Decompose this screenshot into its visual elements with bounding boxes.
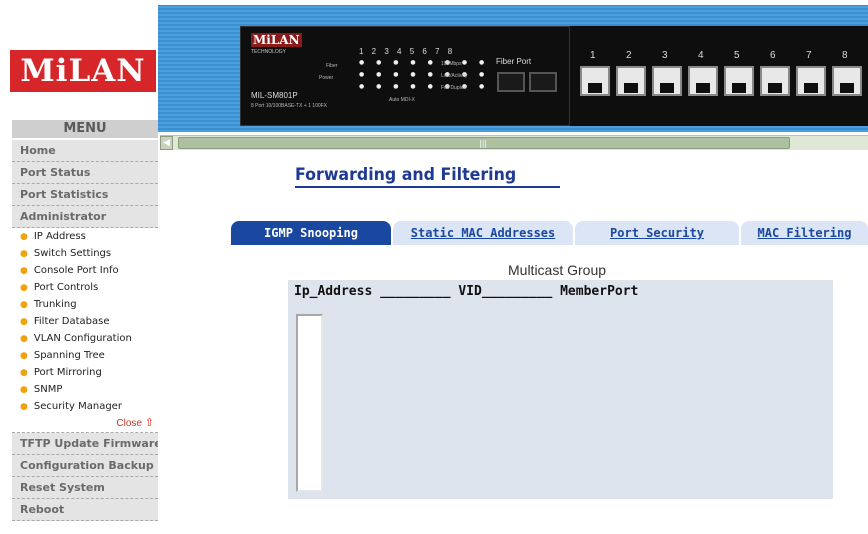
- rj45-port-icon: [580, 66, 610, 96]
- multicast-group-listbox[interactable]: [296, 314, 323, 492]
- rj45-port-icon: [688, 66, 718, 96]
- milan-logo: MiLAN: [10, 50, 156, 92]
- port-number: 2: [626, 50, 632, 61]
- auto-mdix-label: Auto MDI-X: [389, 97, 415, 103]
- tab-igmp-snooping[interactable]: IGMP Snooping: [231, 221, 391, 245]
- fiber-port-tx: [497, 72, 525, 92]
- bullet-icon: ●: [20, 385, 28, 395]
- port-number: 1: [590, 50, 596, 61]
- port-number: 7: [806, 50, 812, 61]
- submenu-close-link[interactable]: Close ⇧: [12, 415, 158, 432]
- rj45-port-icon: [616, 66, 646, 96]
- port-number: 8: [842, 50, 848, 61]
- menu-item-port-statistics[interactable]: Port Statistics: [12, 184, 158, 206]
- multicast-table-header: Ip_Address _________ VID_________ Member…: [294, 284, 639, 299]
- menu-header: MENU: [12, 120, 158, 138]
- scrollbar-grip-icon: |||: [479, 139, 488, 148]
- submenu-item-label: SNMP: [33, 384, 63, 395]
- port-number: 6: [770, 50, 776, 61]
- bullet-icon: ●: [20, 232, 28, 242]
- bullet-icon: ●: [20, 402, 28, 412]
- submenu-item-switch-settings[interactable]: ● Switch Settings: [12, 245, 158, 262]
- submenu-item-console-port-info[interactable]: ● Console Port Info: [12, 262, 158, 279]
- menu-item-configuration-backup[interactable]: Configuration Backup: [12, 455, 158, 477]
- rj45-port-icon: [760, 66, 790, 96]
- led-row-speed: ● ● ● ● ● ● ● ●: [359, 59, 490, 66]
- bullet-icon: ●: [20, 334, 28, 344]
- led-label-100mbps: 100Mbps: [441, 61, 462, 67]
- submenu-item-filter-database[interactable]: ● Filter Database: [12, 313, 158, 330]
- led-port-numbers: 1 2 3 4 5 6 7 8: [359, 47, 456, 56]
- device-banner: MiLAN TECHNOLOGY 1 2 3 4 5 6 7 8 ● ● ● ●…: [158, 5, 868, 132]
- tab-mac-filtering[interactable]: MAC Filtering: [741, 221, 868, 245]
- rj45-port-icon: [652, 66, 682, 96]
- device-brand-sub: TECHNOLOGY: [251, 49, 287, 55]
- rj45-port-icon: [724, 66, 754, 96]
- submenu-item-label: Port Mirroring: [33, 367, 102, 378]
- menu-item-home[interactable]: Home: [12, 140, 158, 162]
- device-brand: MiLAN: [251, 33, 302, 47]
- logo-area: MiLAN: [0, 0, 158, 120]
- led-row-duplex: ● ● ● ● ● ● ● ●: [359, 83, 490, 90]
- rj45-port-icon: [832, 66, 862, 96]
- bullet-icon: ●: [20, 300, 28, 310]
- submenu-item-vlan-configuration[interactable]: ● VLAN Configuration: [12, 330, 158, 347]
- power-led-label: Power: [319, 75, 334, 81]
- close-label: Close: [116, 418, 142, 429]
- submenu-item-trunking[interactable]: ● Trunking: [12, 296, 158, 313]
- fiber-port-label: Fiber Port: [496, 57, 532, 66]
- submenu-item-ip-address[interactable]: ● IP Address: [12, 228, 158, 245]
- device-description: 8 Port 10/100BASE-TX + 1 100FX: [251, 103, 328, 109]
- bullet-icon: ●: [20, 317, 28, 327]
- submenu-item-label: Security Manager: [33, 401, 122, 412]
- side-menu: Home Port Status Port Statistics Adminis…: [12, 140, 158, 521]
- multicast-group-caption: Multicast Group: [508, 262, 607, 278]
- menu-item-port-status[interactable]: Port Status: [12, 162, 158, 184]
- switch-front-panel: MiLAN TECHNOLOGY 1 2 3 4 5 6 7 8 ● ● ● ●…: [240, 26, 570, 126]
- submenu-item-label: Switch Settings: [33, 248, 112, 259]
- title-underline: [295, 186, 560, 188]
- port-number: 4: [698, 50, 704, 61]
- submenu-item-label: Trunking: [33, 299, 77, 310]
- port-number: 3: [662, 50, 668, 61]
- led-label-full-duplex: Full Duplex: [441, 85, 467, 91]
- submenu-item-port-mirroring[interactable]: ● Port Mirroring: [12, 364, 158, 381]
- submenu-item-label: Port Controls: [33, 282, 99, 293]
- submenu-item-label: IP Address: [33, 231, 86, 242]
- led-row-link: ● ● ● ● ● ● ● ●: [359, 71, 490, 78]
- submenu-item-spanning-tree[interactable]: ● Spanning Tree: [12, 347, 158, 364]
- bullet-icon: ●: [20, 368, 28, 378]
- multicast-group-panel: Ip_Address _________ VID_________ Member…: [288, 280, 833, 499]
- menu-item-reboot[interactable]: Reboot: [12, 499, 158, 521]
- bullet-icon: ●: [20, 266, 28, 276]
- led-label-link-activity: Link/Activity: [441, 73, 468, 79]
- administrator-submenu: ● IP Address ● Switch Settings ● Console Po…: [12, 228, 158, 433]
- menu-item-reset-system[interactable]: Reset System: [12, 477, 158, 499]
- up-arrow-icon: ⇧: [144, 417, 154, 429]
- fiber-port-rx: [529, 72, 557, 92]
- bullet-icon: ●: [20, 249, 28, 259]
- rj45-port-icon: [796, 66, 826, 96]
- submenu-item-label: VLAN Configuration: [33, 333, 132, 344]
- menu-item-tftp-update-firmware[interactable]: TFTP Update Firmware: [12, 433, 158, 455]
- tab-static-mac-addresses[interactable]: Static MAC Addresses: [393, 221, 573, 245]
- submenu-item-snmp[interactable]: ● SNMP: [12, 381, 158, 398]
- submenu-item-port-controls[interactable]: ● Port Controls: [12, 279, 158, 296]
- menu-item-administrator[interactable]: Administrator: [12, 206, 158, 228]
- scroll-left-arrow-icon[interactable]: ◀: [160, 136, 173, 150]
- device-model: MIL-SM801P: [251, 91, 298, 100]
- submenu-item-label: Spanning Tree: [33, 350, 105, 361]
- horizontal-scrollbar[interactable]: ◀ |||: [160, 135, 868, 150]
- rj45-port-panel: 1 2 3 4 5 6 7 8: [570, 26, 868, 126]
- submenu-item-security-manager[interactable]: ● Security Manager: [12, 398, 158, 415]
- submenu-item-label: Filter Database: [33, 316, 110, 327]
- bullet-icon: ●: [20, 283, 28, 293]
- tab-bar: IGMP Snooping Static MAC Addresses Port …: [231, 221, 868, 245]
- submenu-item-label: Console Port Info: [33, 265, 119, 276]
- bullet-icon: ●: [20, 351, 28, 361]
- scrollbar-thumb[interactable]: |||: [178, 137, 790, 149]
- tab-port-security[interactable]: Port Security: [575, 221, 739, 245]
- port-number: 5: [734, 50, 740, 61]
- fiber-led-label: Fiber: [326, 63, 338, 69]
